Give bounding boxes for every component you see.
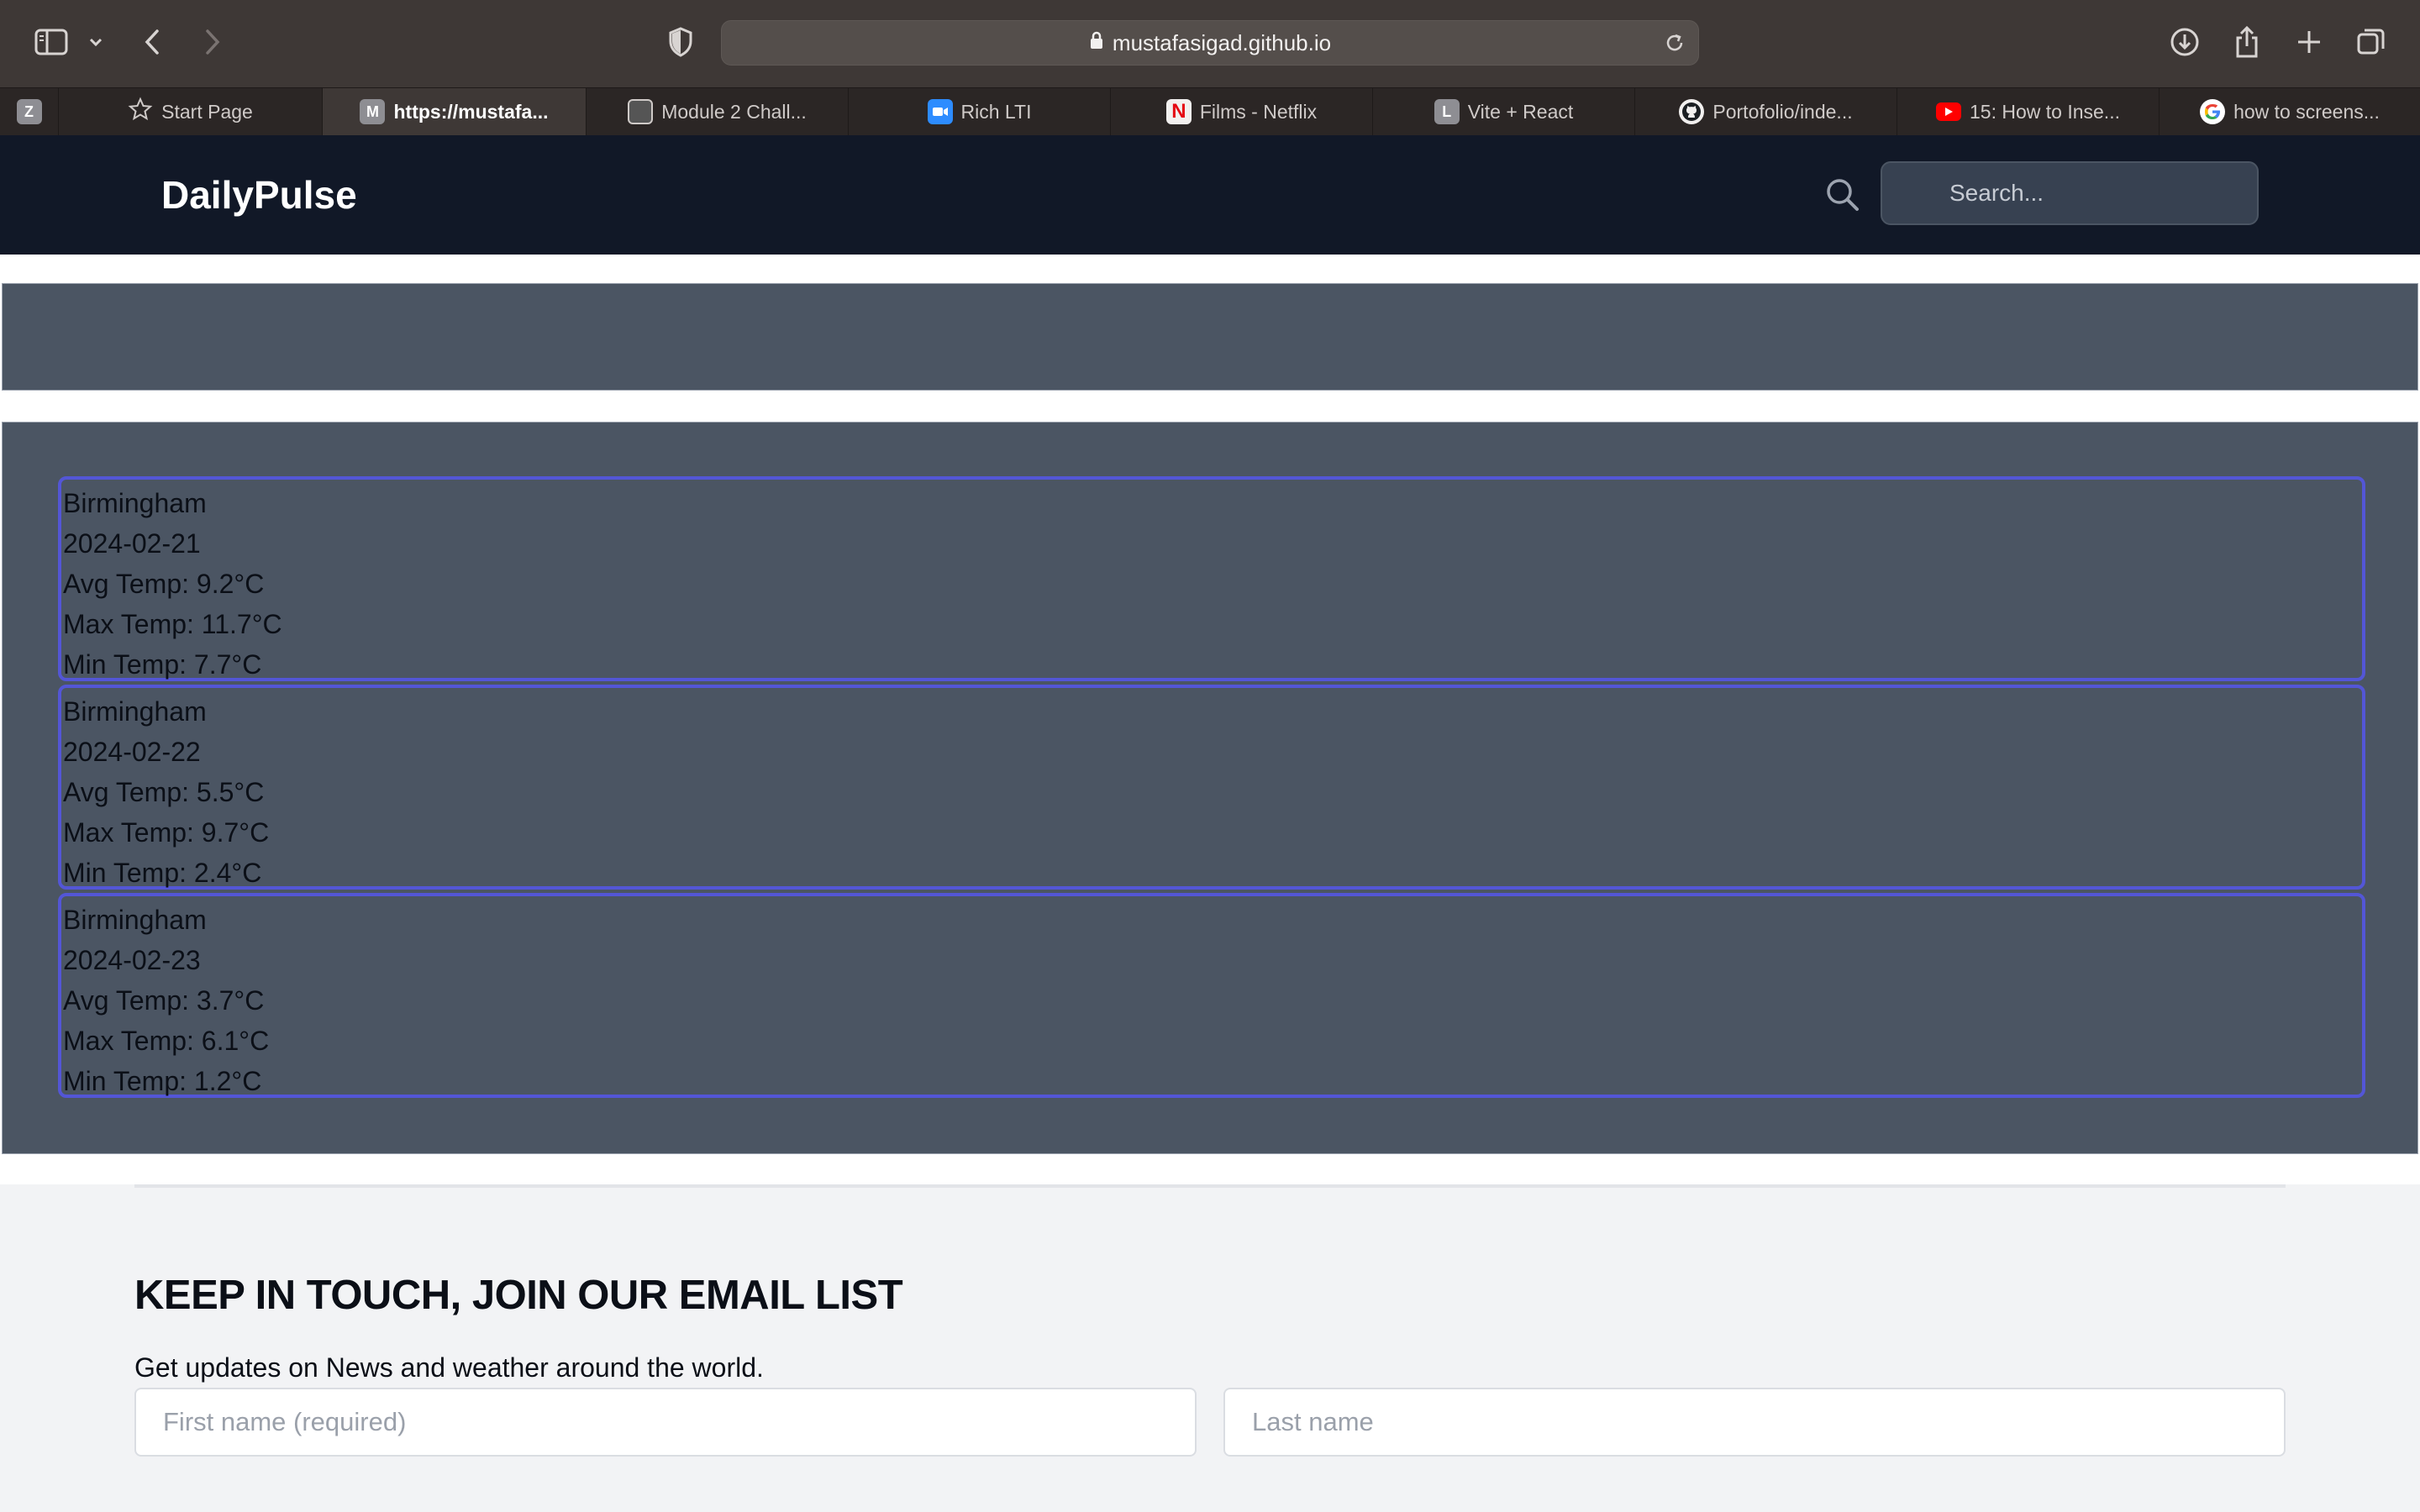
forecast-min-temp: Min Temp: 7.7°C <box>63 649 262 680</box>
forecast-min-temp: Min Temp: 1.2°C <box>63 1066 262 1096</box>
forward-icon[interactable] <box>200 25 225 59</box>
tab-label: Rich LTI <box>960 100 1032 123</box>
newsletter-title: KEEP IN TOUCH, JOIN OUR EMAIL LIST <box>134 1273 903 1318</box>
tab-label: Module 2 Chall... <box>661 100 807 123</box>
chevron-down-icon[interactable] <box>87 32 104 52</box>
zoom-icon <box>927 99 953 124</box>
forecast-avg-temp: Avg Temp: 9.2°C <box>63 569 265 599</box>
browser-toolbar: mustafasigad.github.io <box>0 0 2420 87</box>
newsletter-subtitle: Get updates on News and weather around t… <box>134 1352 764 1383</box>
site-header: DailyPulse <box>0 135 2420 255</box>
forecast-date: 2024-02-22 <box>63 737 201 767</box>
tab-pinned-z[interactable]: Z <box>0 88 59 135</box>
tab-label: how to screens... <box>2233 100 2380 123</box>
weather-forecast-panel: Birmingham 2024-02-21 Avg Temp: 9.2°C Ma… <box>2 422 2418 1154</box>
forecast-min-temp: Min Temp: 2.4°C <box>63 858 262 888</box>
back-icon[interactable] <box>139 25 165 59</box>
netflix-icon: N <box>1165 99 1192 124</box>
forecast-city: Birmingham <box>63 488 207 518</box>
newsletter-section: KEEP IN TOUCH, JOIN OUR EMAIL LIST Get u… <box>0 1184 2420 1512</box>
site-l-icon: L <box>1434 99 1460 124</box>
tab-label: https://mustafa... <box>393 100 549 123</box>
tab-label: Portofolio/inde... <box>1712 100 1853 123</box>
forecast-card: Birmingham 2024-02-23 Avg Temp: 3.7°C Ma… <box>58 893 2365 1098</box>
site-m-icon: M <box>360 99 386 124</box>
tab-google[interactable]: how to screens... <box>2160 88 2420 135</box>
tab-label: Vite + React <box>1467 100 1574 123</box>
tab-active-mustafasigad[interactable]: M https://mustafa... <box>323 88 587 135</box>
forecast-max-temp: Max Temp: 6.1°C <box>63 1026 270 1056</box>
reload-icon[interactable] <box>1663 31 1686 55</box>
forecast-avg-temp: Avg Temp: 3.7°C <box>63 985 265 1016</box>
search-icon[interactable] <box>1823 176 1862 214</box>
github-icon <box>1679 99 1705 124</box>
lock-icon <box>1089 30 1104 56</box>
site-logo[interactable]: DailyPulse <box>161 135 357 255</box>
forecast-date: 2024-02-23 <box>63 945 201 975</box>
forecast-card: Birmingham 2024-02-22 Avg Temp: 5.5°C Ma… <box>58 685 2365 890</box>
first-name-field[interactable] <box>134 1388 1197 1457</box>
url-text: mustafasigad.github.io <box>1112 29 1332 55</box>
forecast-max-temp: Max Temp: 9.7°C <box>63 817 270 848</box>
downloads-icon[interactable] <box>2168 25 2202 59</box>
tab-youtube[interactable]: 15: How to Inse... <box>1897 88 2160 135</box>
tab-label: 15: How to Inse... <box>1970 100 2120 123</box>
tab-github[interactable]: Portofolio/inde... <box>1635 88 1897 135</box>
forecast-max-temp: Max Temp: 11.7°C <box>63 609 282 639</box>
tab-netflix[interactable]: N Films - Netflix <box>1111 88 1373 135</box>
sidebar-toggle-icon[interactable] <box>34 27 69 57</box>
tab-module-2[interactable]: Module 2 Chall... <box>587 88 849 135</box>
top-panel <box>2 283 2418 391</box>
privacy-shield-icon[interactable] <box>666 25 696 59</box>
page-icon <box>628 99 654 124</box>
forecast-city: Birmingham <box>63 905 207 935</box>
tab-start-page[interactable]: Start Page <box>59 88 323 135</box>
tab-label: Start Page <box>161 100 253 123</box>
tab-label: Films - Netflix <box>1199 100 1318 123</box>
tab-overview-icon[interactable] <box>2354 25 2388 59</box>
star-icon <box>128 97 153 127</box>
tab-vite-react[interactable]: L Vite + React <box>1373 88 1635 135</box>
share-icon[interactable] <box>2230 24 2264 60</box>
tab-rich-lti[interactable]: Rich LTI <box>849 88 1111 135</box>
youtube-icon <box>1936 102 1961 121</box>
tab-bar: Z Start Page M https://mustafa... Module… <box>0 87 2420 135</box>
forecast-card: Birmingham 2024-02-21 Avg Temp: 9.2°C Ma… <box>58 476 2365 681</box>
forecast-date: 2024-02-21 <box>63 528 201 559</box>
forecast-avg-temp: Avg Temp: 5.5°C <box>63 777 265 807</box>
address-bar[interactable]: mustafasigad.github.io <box>721 20 1699 66</box>
last-name-field[interactable] <box>1223 1388 2286 1457</box>
section-divider <box>134 1184 2286 1188</box>
google-icon <box>2200 99 2226 124</box>
new-tab-icon[interactable] <box>2292 25 2326 59</box>
z-app-icon: Z <box>16 99 42 124</box>
search-input[interactable] <box>1881 161 2259 225</box>
forecast-city: Birmingham <box>63 696 207 727</box>
